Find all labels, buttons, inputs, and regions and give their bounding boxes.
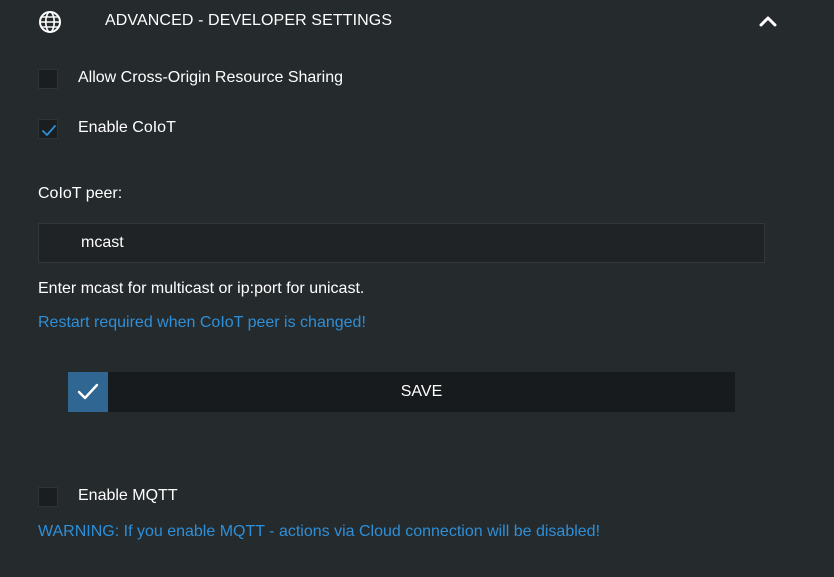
coiot-checkbox[interactable]: [38, 119, 58, 139]
save-button[interactable]: SAVE: [68, 372, 735, 412]
check-icon: [42, 125, 56, 136]
coiot-peer-label: CoIoT peer:: [38, 185, 123, 202]
cors-checkbox[interactable]: [38, 69, 58, 89]
mqtt-label: Enable MQTT: [78, 487, 178, 504]
mqtt-warning: WARNING: If you enable MQTT - actions vi…: [38, 523, 601, 540]
restart-notice: Restart required when CoIoT peer is chan…: [38, 314, 366, 331]
section-title: ADVANCED - DEVELOPER SETTINGS: [105, 12, 393, 29]
coiot-peer-hint: Enter mcast for multicast or ip:port for…: [38, 280, 365, 297]
chevron-up-icon[interactable]: [757, 12, 779, 30]
save-check-icon: [68, 372, 108, 412]
mqtt-checkbox[interactable]: [38, 487, 58, 507]
cors-label: Allow Cross-Origin Resource Sharing: [78, 69, 343, 86]
globe-icon: [38, 10, 62, 34]
coiot-label: Enable CoIoT: [78, 119, 176, 136]
save-label: SAVE: [400, 383, 443, 400]
coiot-peer-input[interactable]: [38, 223, 765, 263]
